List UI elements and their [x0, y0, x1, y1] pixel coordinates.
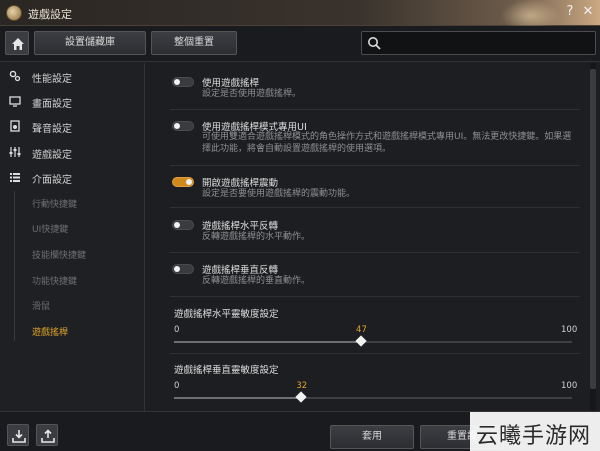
sidebar-item-label: 畫面設定 — [32, 99, 72, 110]
save-settings-button[interactable]: 設置儲藏庫 — [34, 31, 146, 55]
slider-min-label: 0 — [174, 325, 180, 335]
slider-max-label: 100 — [561, 325, 578, 335]
sidebar-item-interface[interactable]: 介面設定 — [0, 166, 145, 188]
gamepad-ui-toggle[interactable] — [172, 121, 194, 131]
window-title: 遊戲設定 — [28, 8, 72, 21]
upload-icon — [41, 429, 55, 443]
option-title: 使用遊戲搖桿 — [202, 78, 260, 89]
monitor-icon — [9, 96, 21, 107]
search-box — [361, 31, 596, 55]
submenu-item-mouse[interactable]: 滑鼠 — [32, 299, 50, 312]
close-button[interactable]: ✕ — [580, 4, 596, 22]
reset-all-button[interactable]: 整個重置 — [151, 31, 237, 55]
vertical-invert-toggle[interactable] — [172, 264, 194, 274]
slider-title: 遊戲搖桿水平靈敏度設定 — [174, 309, 279, 320]
option-title: 遊戲搖桿水平反轉 — [202, 221, 279, 232]
submenu-item-move-hotkeys[interactable]: 行動快捷鍵 — [32, 197, 77, 210]
horizontal-invert-toggle[interactable] — [172, 220, 194, 230]
use-gamepad-toggle[interactable] — [172, 77, 194, 87]
sidebar-item-label: 聲音設定 — [32, 124, 72, 135]
option-title: 遊戲搖桿垂直反轉 — [202, 265, 279, 276]
option-description: 可使用雙適合遊戲搖桿模式的角色操作方式和遊戲搖桿模式專用UI。無法更改快捷鍵。如… — [202, 132, 572, 154]
sidebar-item-sound[interactable]: 聲音設定 — [0, 115, 145, 137]
slider-value-label: 47 — [356, 325, 367, 335]
vertical-sensitivity-slider[interactable] — [174, 391, 572, 403]
toolbar: 設置儲藏庫 整個重置 — [0, 26, 600, 62]
search-icon — [368, 37, 381, 50]
download-icon — [12, 430, 26, 443]
scrollbar-thumb[interactable] — [590, 69, 596, 389]
search-input[interactable] — [386, 34, 591, 52]
import-button[interactable] — [7, 424, 29, 446]
home-icon — [12, 38, 24, 50]
submenu-item-ui-hotkeys[interactable]: UI快捷鍵 — [32, 222, 68, 235]
help-button[interactable]: ? — [563, 4, 577, 22]
slider-max-label: 100 — [561, 381, 578, 391]
export-button[interactable] — [36, 424, 58, 446]
submenu-guide-line — [14, 191, 15, 341]
game-logo-icon — [6, 5, 22, 21]
sidebar-item-performance[interactable]: 性能設定 — [0, 65, 145, 87]
home-button[interactable] — [5, 31, 29, 55]
gears-icon — [9, 70, 21, 82]
decorative-cloud — [500, 0, 560, 26]
sliders-icon — [9, 147, 21, 157]
list-icon — [10, 173, 20, 182]
slider-handle[interactable] — [355, 335, 367, 347]
slider-handle[interactable] — [295, 391, 308, 403]
option-description: 反轉遊戲搖桿的水平動作。 — [202, 232, 311, 242]
option-description: 設定是否使用遊戲搖桿。 — [202, 89, 302, 99]
gamepad-vibration-toggle[interactable] — [172, 177, 194, 187]
scrollbar[interactable] — [590, 63, 596, 411]
sidebar-item-label: 介面設定 — [32, 175, 72, 186]
slider-min-label: 0 — [174, 381, 180, 391]
sidebar: 性能設定 畫面設定 聲音設定 遊戲設定 介面設定 行動快捷鍵 UI快捷鍵 技能欄… — [0, 63, 145, 411]
option-title: 開啟遊戲搖桿震動 — [202, 178, 279, 189]
title-bar: 遊戲設定 ? ✕ — [0, 0, 600, 26]
sidebar-item-label: 性能設定 — [32, 74, 72, 85]
watermark: 云曦手游网 — [470, 412, 600, 451]
sidebar-item-game[interactable]: 遊戲設定 — [0, 141, 145, 163]
slider-value-label: 32 — [296, 381, 308, 391]
option-description: 設定是否要使用遊戲搖桿的震動功能。 — [202, 189, 356, 199]
submenu-item-gamepad[interactable]: 遊戲搖桿 — [32, 325, 68, 338]
submenu-item-skillbar-hotkeys[interactable]: 技能欄快捷鍵 — [32, 248, 86, 261]
horizontal-sensitivity-slider[interactable] — [174, 335, 572, 347]
watermark-text: 云曦手游网 — [476, 424, 592, 449]
speaker-icon — [10, 120, 20, 132]
slider-title: 遊戲搖桿垂直靈敏度設定 — [174, 365, 279, 376]
option-description: 反轉遊戲搖桿的垂直動作。 — [202, 276, 311, 286]
submenu-item-function-hotkeys[interactable]: 功能快捷鍵 — [32, 274, 77, 287]
sidebar-item-display[interactable]: 畫面設定 — [0, 90, 145, 112]
apply-button[interactable]: 套用 — [330, 425, 414, 449]
sidebar-item-label: 遊戲設定 — [32, 150, 72, 161]
settings-panel: 使用遊戲搖桿 設定是否使用遊戲搖桿。 使用遊戲搖桿模式專用UI 可使用雙適合遊戲… — [148, 63, 588, 411]
